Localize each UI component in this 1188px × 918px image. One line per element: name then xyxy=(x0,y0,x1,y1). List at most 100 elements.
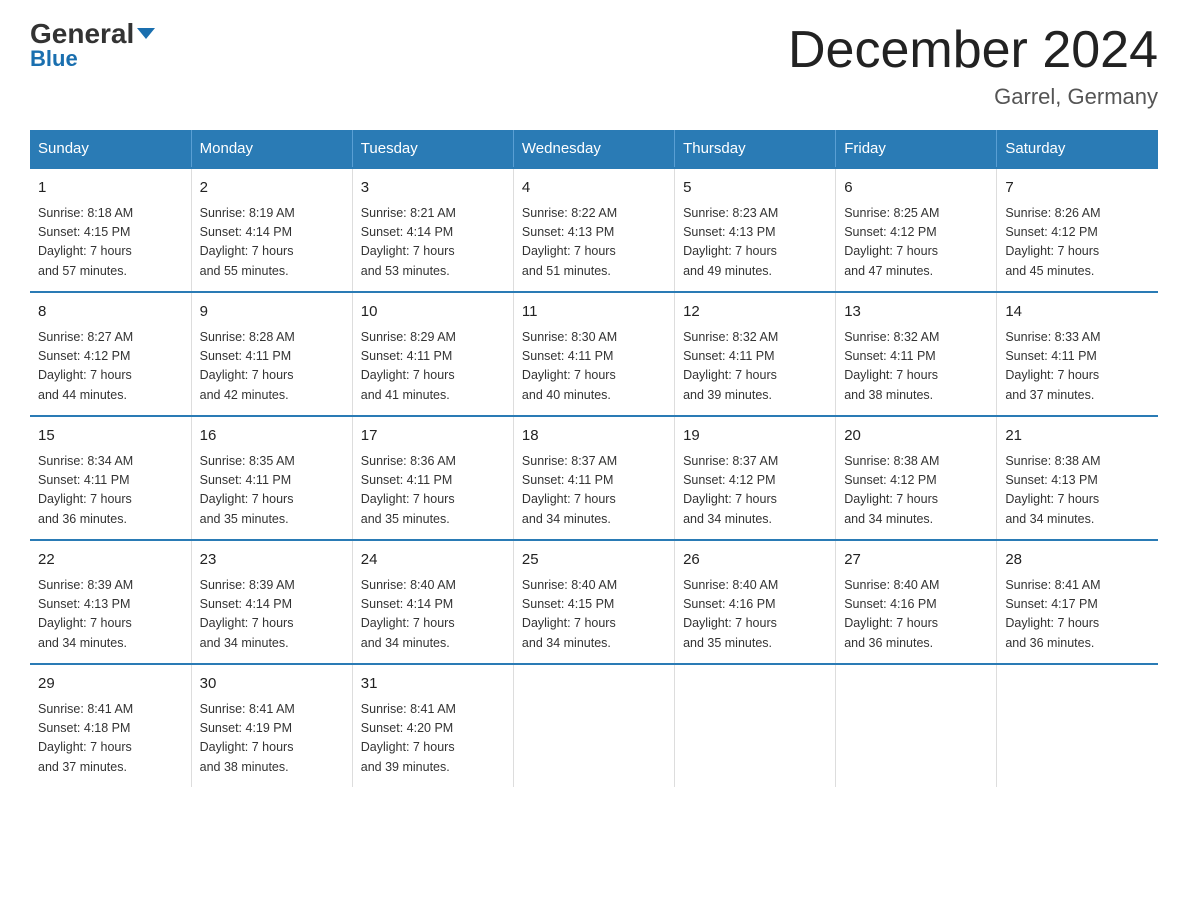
day-info: Sunrise: 8:22 AMSunset: 4:13 PMDaylight:… xyxy=(522,204,666,282)
calendar-cell: 12Sunrise: 8:32 AMSunset: 4:11 PMDayligh… xyxy=(675,292,836,416)
day-number: 29 xyxy=(38,673,183,696)
calendar-cell: 8Sunrise: 8:27 AMSunset: 4:12 PMDaylight… xyxy=(30,292,191,416)
day-number: 7 xyxy=(1005,177,1150,200)
calendar-cell xyxy=(675,664,836,787)
calendar-cell: 23Sunrise: 8:39 AMSunset: 4:14 PMDayligh… xyxy=(191,540,352,664)
day-number: 31 xyxy=(361,673,505,696)
day-info: Sunrise: 8:38 AMSunset: 4:12 PMDaylight:… xyxy=(844,452,988,530)
calendar-cell: 7 Sunrise: 8:26 AMSunset: 4:12 PMDaylight… xyxy=(997,168,1158,292)
calendar-cell: 9 Sunrise: 8:28 AMSunset: 4:11 PMDaylight… xyxy=(191,292,352,416)
day-info: Sunrise: 8:21 AMSunset: 4:14 PMDaylight:… xyxy=(361,204,505,282)
logo-blue: Blue xyxy=(30,46,78,72)
day-info: Sunrise: 8:39 AMSunset: 4:13 PMDaylight:… xyxy=(38,576,183,654)
day-info: Sunrise: 8:19 AMSunset: 4:14 PMDaylight:… xyxy=(200,204,344,282)
location: Garrel, Germany xyxy=(788,84,1158,110)
day-info: Sunrise: 8:35 AMSunset: 4:11 PMDaylight:… xyxy=(200,452,344,530)
day-number: 16 xyxy=(200,425,344,448)
day-info: Sunrise: 8:32 AMSunset: 4:11 PMDaylight:… xyxy=(683,328,827,406)
day-number: 25 xyxy=(522,549,666,572)
calendar-cell: 24 Sunrise: 8:40 AMSunset: 4:14 PMDayligh… xyxy=(352,540,513,664)
day-info: Sunrise: 8:28 AMSunset: 4:11 PMDaylight:… xyxy=(200,328,344,406)
calendar-cell: 2Sunrise: 8:19 AMSunset: 4:14 PMDaylight… xyxy=(191,168,352,292)
calendar-week-row: 1 Sunrise: 8:18 AMSunset: 4:15 PMDaylight… xyxy=(30,168,1158,292)
page-header: General Blue December 2024 Garrel, Germa… xyxy=(30,20,1158,110)
calendar-cell xyxy=(997,664,1158,787)
day-number: 18 xyxy=(522,425,666,448)
day-info: Sunrise: 8:29 AMSunset: 4:11 PMDaylight:… xyxy=(361,328,505,406)
month-title: December 2024 xyxy=(788,20,1158,80)
day-info: Sunrise: 8:36 AMSunset: 4:11 PMDaylight:… xyxy=(361,452,505,530)
calendar-cell: 16 Sunrise: 8:35 AMSunset: 4:11 PMDayligh… xyxy=(191,416,352,540)
calendar-cell: 15Sunrise: 8:34 AMSunset: 4:11 PMDayligh… xyxy=(30,416,191,540)
weekday-header-row: SundayMondayTuesdayWednesdayThursdayFrid… xyxy=(30,130,1158,168)
day-info: Sunrise: 8:26 AMSunset: 4:12 PMDaylight:… xyxy=(1005,204,1150,282)
day-number: 11 xyxy=(522,301,666,324)
calendar-cell: 6 Sunrise: 8:25 AMSunset: 4:12 PMDaylight… xyxy=(836,168,997,292)
day-number: 1 xyxy=(38,177,183,200)
calendar-cell: 31 Sunrise: 8:41 AMSunset: 4:20 PMDayligh… xyxy=(352,664,513,787)
calendar-cell: 30 Sunrise: 8:41 AMSunset: 4:19 PMDayligh… xyxy=(191,664,352,787)
day-number: 27 xyxy=(844,549,988,572)
day-number: 22 xyxy=(38,549,183,572)
day-number: 13 xyxy=(844,301,988,324)
day-number: 20 xyxy=(844,425,988,448)
calendar-cell: 17Sunrise: 8:36 AMSunset: 4:11 PMDayligh… xyxy=(352,416,513,540)
calendar-cell: 11 Sunrise: 8:30 AMSunset: 4:11 PMDayligh… xyxy=(513,292,674,416)
weekday-header: Friday xyxy=(836,130,997,168)
day-number: 6 xyxy=(844,177,988,200)
day-info: Sunrise: 8:41 AMSunset: 4:19 PMDaylight:… xyxy=(200,700,344,778)
calendar-cell: 21Sunrise: 8:38 AMSunset: 4:13 PMDayligh… xyxy=(997,416,1158,540)
day-info: Sunrise: 8:41 AMSunset: 4:17 PMDaylight:… xyxy=(1005,576,1150,654)
calendar-cell xyxy=(836,664,997,787)
calendar-cell: 28 Sunrise: 8:41 AMSunset: 4:17 PMDayligh… xyxy=(997,540,1158,664)
calendar-cell: 22 Sunrise: 8:39 AMSunset: 4:13 PMDayligh… xyxy=(30,540,191,664)
weekday-header: Saturday xyxy=(997,130,1158,168)
day-info: Sunrise: 8:27 AMSunset: 4:12 PMDaylight:… xyxy=(38,328,183,406)
weekday-header: Thursday xyxy=(675,130,836,168)
day-info: Sunrise: 8:40 AMSunset: 4:14 PMDaylight:… xyxy=(361,576,505,654)
day-info: Sunrise: 8:25 AMSunset: 4:12 PMDaylight:… xyxy=(844,204,988,282)
calendar-cell xyxy=(513,664,674,787)
calendar-week-row: 15Sunrise: 8:34 AMSunset: 4:11 PMDayligh… xyxy=(30,416,1158,540)
day-info: Sunrise: 8:40 AMSunset: 4:15 PMDaylight:… xyxy=(522,576,666,654)
day-number: 23 xyxy=(200,549,344,572)
calendar-week-row: 8Sunrise: 8:27 AMSunset: 4:12 PMDaylight… xyxy=(30,292,1158,416)
calendar-week-row: 22 Sunrise: 8:39 AMSunset: 4:13 PMDayligh… xyxy=(30,540,1158,664)
day-info: Sunrise: 8:33 AMSunset: 4:11 PMDaylight:… xyxy=(1005,328,1150,406)
calendar-table: SundayMondayTuesdayWednesdayThursdayFrid… xyxy=(30,130,1158,787)
calendar-cell: 10Sunrise: 8:29 AMSunset: 4:11 PMDayligh… xyxy=(352,292,513,416)
day-info: Sunrise: 8:41 AMSunset: 4:20 PMDaylight:… xyxy=(361,700,505,778)
weekday-header: Wednesday xyxy=(513,130,674,168)
day-number: 9 xyxy=(200,301,344,324)
day-info: Sunrise: 8:37 AMSunset: 4:12 PMDaylight:… xyxy=(683,452,827,530)
title-area: December 2024 Garrel, Germany xyxy=(788,20,1158,110)
day-number: 4 xyxy=(522,177,666,200)
calendar-week-row: 29 Sunrise: 8:41 AMSunset: 4:18 PMDayligh… xyxy=(30,664,1158,787)
day-info: Sunrise: 8:30 AMSunset: 4:11 PMDaylight:… xyxy=(522,328,666,406)
day-info: Sunrise: 8:18 AMSunset: 4:15 PMDaylight:… xyxy=(38,204,183,282)
calendar-cell: 20 Sunrise: 8:38 AMSunset: 4:12 PMDayligh… xyxy=(836,416,997,540)
calendar-cell: 25 Sunrise: 8:40 AMSunset: 4:15 PMDayligh… xyxy=(513,540,674,664)
day-number: 24 xyxy=(361,549,505,572)
day-number: 30 xyxy=(200,673,344,696)
logo-name: General xyxy=(30,20,155,48)
calendar-cell: 29 Sunrise: 8:41 AMSunset: 4:18 PMDayligh… xyxy=(30,664,191,787)
calendar-cell: 5 Sunrise: 8:23 AMSunset: 4:13 PMDaylight… xyxy=(675,168,836,292)
weekday-header: Tuesday xyxy=(352,130,513,168)
day-info: Sunrise: 8:41 AMSunset: 4:18 PMDaylight:… xyxy=(38,700,183,778)
day-info: Sunrise: 8:38 AMSunset: 4:13 PMDaylight:… xyxy=(1005,452,1150,530)
weekday-header: Monday xyxy=(191,130,352,168)
weekday-header: Sunday xyxy=(30,130,191,168)
day-number: 26 xyxy=(683,549,827,572)
calendar-cell: 18 Sunrise: 8:37 AMSunset: 4:11 PMDayligh… xyxy=(513,416,674,540)
calendar-cell: 3Sunrise: 8:21 AMSunset: 4:14 PMDaylight… xyxy=(352,168,513,292)
logo-triangle-icon xyxy=(137,28,155,39)
day-number: 5 xyxy=(683,177,827,200)
day-number: 28 xyxy=(1005,549,1150,572)
calendar-cell: 1 Sunrise: 8:18 AMSunset: 4:15 PMDaylight… xyxy=(30,168,191,292)
calendar-cell: 27Sunrise: 8:40 AMSunset: 4:16 PMDayligh… xyxy=(836,540,997,664)
day-info: Sunrise: 8:37 AMSunset: 4:11 PMDaylight:… xyxy=(522,452,666,530)
day-info: Sunrise: 8:23 AMSunset: 4:13 PMDaylight:… xyxy=(683,204,827,282)
day-info: Sunrise: 8:32 AMSunset: 4:11 PMDaylight:… xyxy=(844,328,988,406)
day-number: 15 xyxy=(38,425,183,448)
